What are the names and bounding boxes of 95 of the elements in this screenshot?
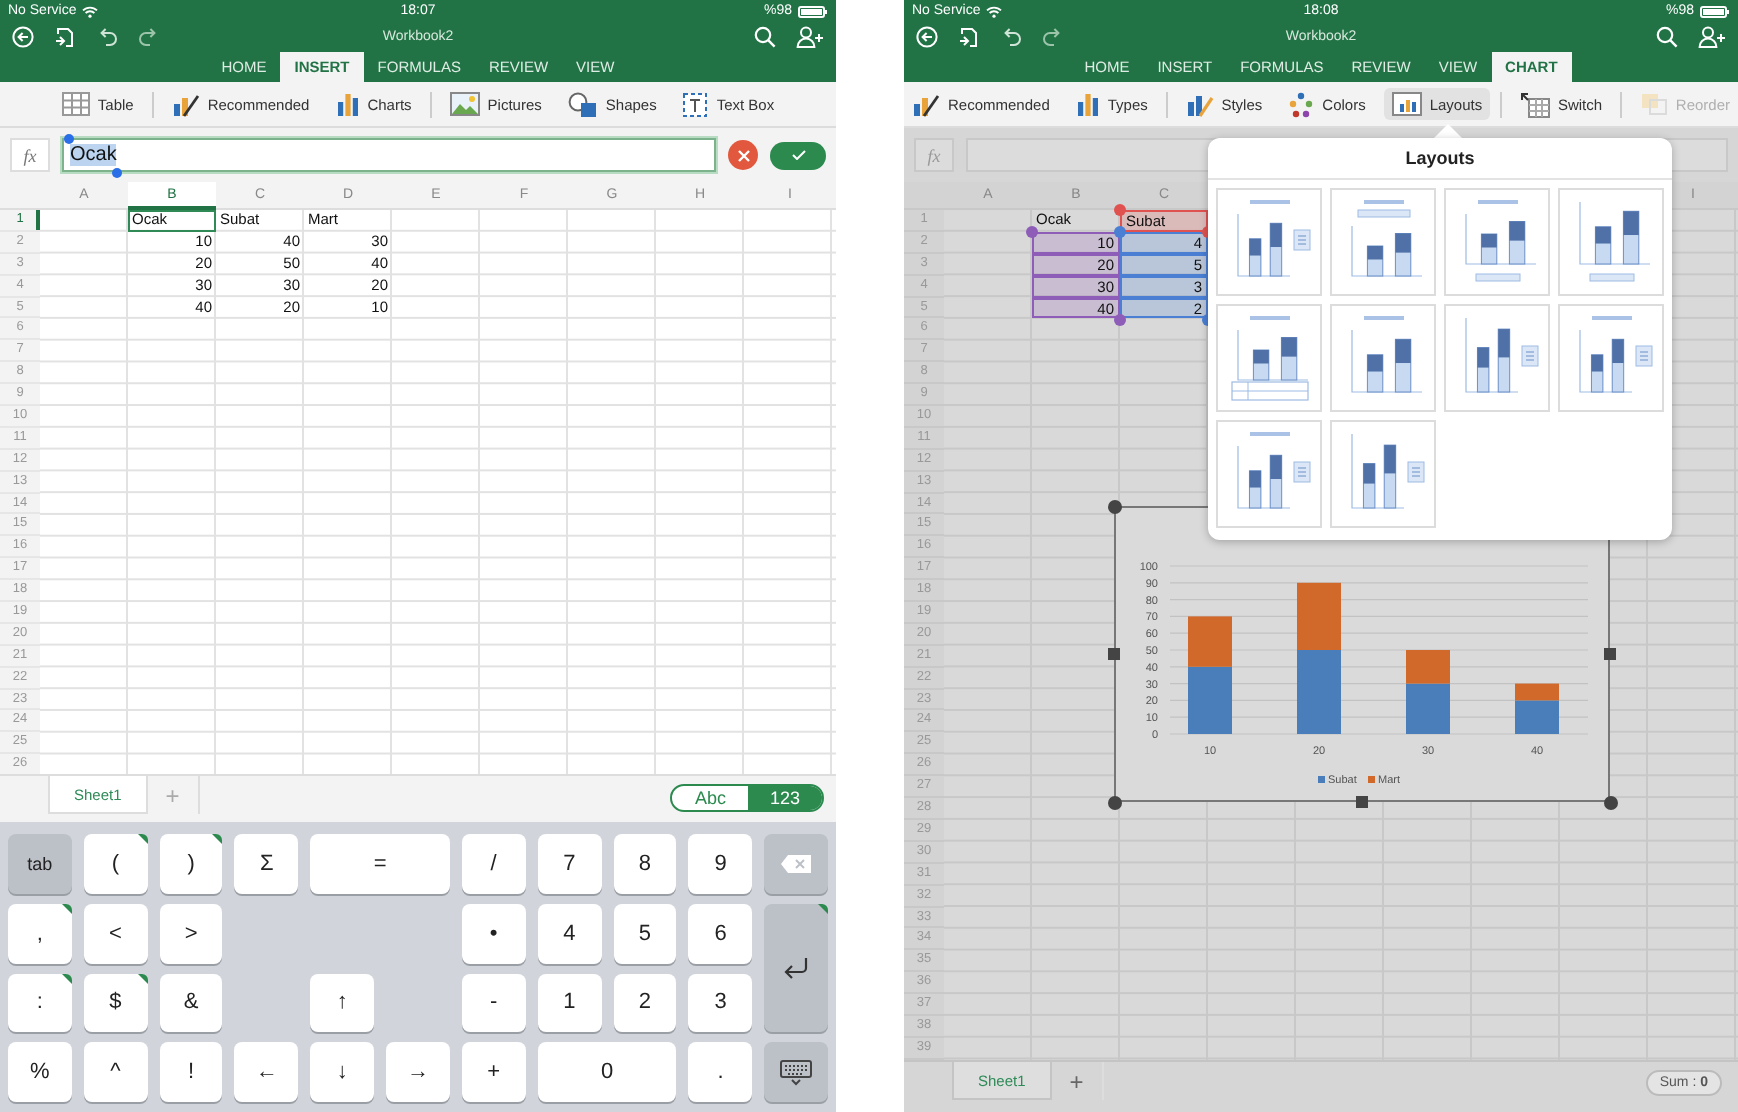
keyboard-key[interactable]: & (159, 973, 223, 1033)
check-icon (791, 150, 805, 160)
keyboard-key[interactable]: . (688, 1042, 753, 1102)
keyboard-key[interactable]: % (8, 1042, 72, 1102)
color-dots-icon (1288, 91, 1315, 117)
keyboard-key[interactable]: Σ (234, 834, 299, 894)
add-person-icon[interactable] (796, 25, 824, 47)
keyboard-key[interactable]: ( (83, 834, 148, 894)
resize-handle[interactable] (1356, 796, 1368, 808)
keyboard-key[interactable]: 4 (537, 903, 602, 963)
layout-option[interactable] (1216, 420, 1322, 528)
document-icon[interactable] (958, 25, 980, 47)
layout-option[interactable] (1558, 188, 1664, 296)
keyboard-key[interactable]: ) (159, 834, 223, 894)
back-icon[interactable] (916, 25, 938, 47)
keyboard-key[interactable]: 1 (537, 973, 602, 1033)
confirm-button[interactable] (770, 141, 826, 169)
selection-handle[interactable] (1026, 225, 1038, 238)
keyboard-mode-toggle[interactable]: 123 (747, 786, 822, 810)
back-icon[interactable] (12, 25, 34, 47)
text-selection-handle[interactable] (112, 167, 123, 177)
search-icon[interactable] (754, 25, 776, 47)
resize-handle[interactable] (1604, 648, 1616, 660)
redo-icon[interactable] (138, 26, 160, 46)
keyboard-key[interactable]: / (461, 834, 526, 894)
keyboard-key[interactable]: ↑ (310, 973, 375, 1033)
undo-icon[interactable] (96, 26, 118, 46)
cancel-button[interactable] (728, 140, 758, 170)
keyboard-key[interactable]: - (461, 973, 526, 1033)
undo-icon[interactable] (1000, 26, 1022, 46)
keyboard-key[interactable]: 8 (613, 834, 677, 894)
table-icon (61, 92, 90, 116)
function-label: fx (10, 138, 50, 172)
function-label: fx (914, 138, 954, 172)
keyboard-key[interactable]: • (461, 903, 526, 963)
picture-icon (449, 92, 480, 116)
switch-icon (1519, 91, 1550, 117)
layout-option[interactable] (1216, 188, 1322, 296)
keyboard-key[interactable]: = (310, 834, 450, 894)
add-sheet-button[interactable]: + (147, 776, 200, 814)
text-selection-handle[interactable] (64, 133, 74, 143)
bar-chart-icon (1075, 92, 1100, 116)
wifi-icon (986, 5, 1003, 17)
chart-brush-icon (1185, 91, 1214, 117)
document-icon[interactable] (54, 25, 76, 47)
keyboard-key[interactable]: 7 (537, 834, 602, 894)
return-icon (782, 956, 811, 980)
shapes-icon (567, 91, 598, 117)
chart-wand-icon (912, 91, 940, 117)
resize-handle[interactable] (1108, 648, 1120, 660)
keyboard-key[interactable]: + (461, 1042, 526, 1102)
keyboard-key[interactable]: > (159, 903, 223, 963)
layout-option[interactable] (1444, 188, 1550, 296)
keyboard-key[interactable]: 3 (688, 973, 753, 1033)
keyboard-mode-toggle[interactable]: Abc (672, 786, 748, 810)
layout-option[interactable] (1330, 304, 1436, 412)
search-icon[interactable] (1656, 25, 1678, 47)
bar-chart-icon (335, 92, 360, 116)
keyboard-key[interactable]: 0 (537, 1042, 677, 1102)
selection-handle[interactable] (1114, 313, 1126, 325)
popover-title: Layouts (1208, 138, 1672, 180)
keyboard-key[interactable]: $ (83, 973, 148, 1033)
keyboard-key[interactable]: ↓ (310, 1042, 375, 1102)
hide-keyboard-key[interactable] (764, 1042, 828, 1102)
close-icon (737, 149, 749, 161)
keyboard-key[interactable]: : (8, 973, 72, 1033)
layout-option[interactable] (1330, 188, 1436, 296)
backspace-icon (780, 853, 813, 874)
keyboard-key[interactable]: ! (159, 1042, 223, 1102)
chart-layout-icon (1391, 92, 1422, 116)
keyboard-key[interactable]: ^ (83, 1042, 148, 1102)
chart-wand-icon (171, 91, 200, 117)
layout-option[interactable] (1330, 420, 1436, 528)
keyboard-key[interactable]: 9 (688, 834, 753, 894)
add-person-icon[interactable] (1698, 25, 1726, 47)
keyboard-key[interactable]: 2 (613, 973, 677, 1033)
keyboard-icon (780, 1059, 813, 1086)
redo-icon[interactable] (1042, 26, 1064, 46)
keyboard-key[interactable]: ← (234, 1042, 299, 1102)
keyboard-key[interactable]: , (8, 903, 72, 963)
wifi-icon (82, 5, 99, 17)
keyboard-key[interactable]: 6 (688, 903, 753, 963)
tab-key[interactable]: tab (8, 834, 72, 894)
layout-option[interactable] (1216, 304, 1322, 412)
keyboard-key[interactable]: < (83, 903, 148, 963)
keyboard-key[interactable]: 5 (613, 903, 677, 963)
reorder-icon (1639, 92, 1668, 116)
battery-icon (798, 5, 828, 17)
layout-option[interactable] (1444, 304, 1550, 412)
add-sheet-button[interactable]: + (1051, 1062, 1104, 1100)
battery-icon (1700, 5, 1730, 17)
layout-option[interactable] (1558, 304, 1664, 412)
formula-field[interactable]: Ocak (62, 138, 716, 172)
keyboard-key[interactable]: → (386, 1042, 450, 1102)
text-box-icon (682, 91, 709, 117)
